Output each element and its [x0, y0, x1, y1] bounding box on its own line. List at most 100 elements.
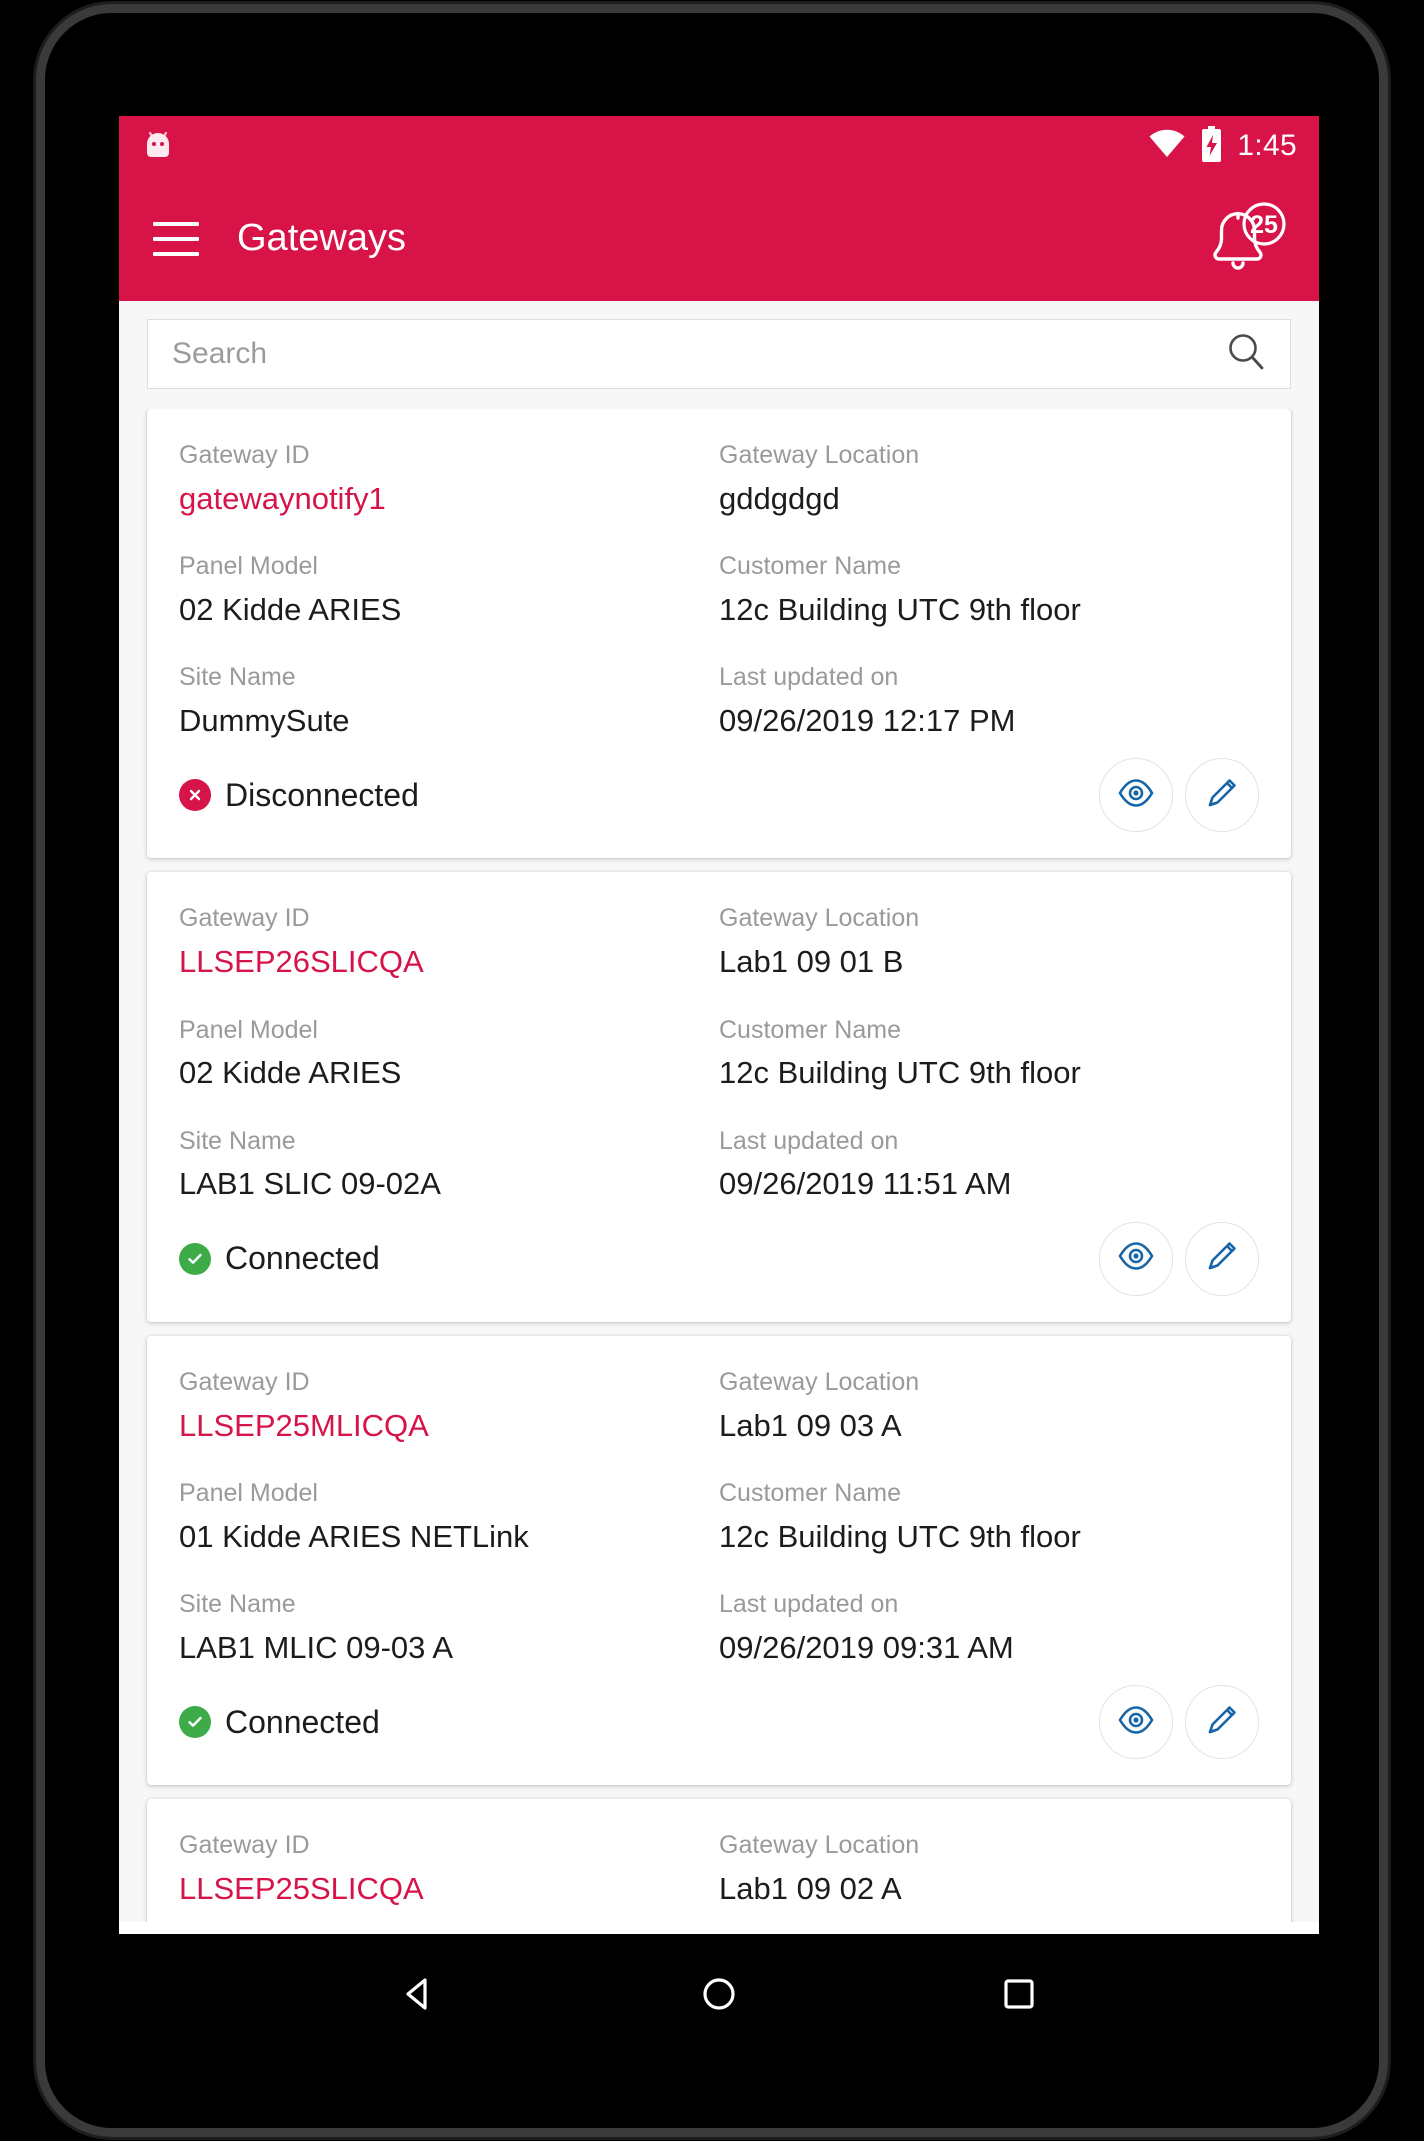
card-field: Gateway ID LLSEP25SLICQA [179, 1829, 719, 1916]
gateway-card-grid: Gateway ID LLSEP25MLICQA Gateway Locatio… [179, 1366, 1259, 1675]
card-field: Panel Model 02 Kidde ARIES [179, 1014, 719, 1125]
field-value: Lab1 09 01 B [719, 944, 904, 980]
check-circle-icon [179, 1242, 211, 1275]
field-value: gatewaynotify1 [179, 480, 386, 516]
field-value: DummySute [179, 703, 350, 739]
gateway-card-grid: Gateway ID LLSEP25SLICQA Gateway Locatio… [179, 1829, 1259, 1916]
card-field: Gateway ID gatewaynotify1 [179, 439, 719, 550]
eye-icon [1117, 774, 1155, 817]
pencil-icon [1203, 774, 1241, 817]
wifi-icon [1148, 129, 1186, 164]
error-circle-icon [179, 779, 211, 812]
field-value: 12c Building UTC 9th floor [719, 1055, 1081, 1091]
gateway-card-actions [1099, 1685, 1259, 1760]
field-value: LAB1 SLIC 09-02A [179, 1166, 441, 1202]
field-value: 09/26/2019 12:17 PM [719, 703, 1016, 739]
gateway-card-footer: Connected [179, 1218, 1259, 1300]
hamburger-bar [153, 236, 199, 241]
field-label: Site Name [179, 1590, 296, 1619]
field-value: 09/26/2019 09:31 AM [719, 1629, 1014, 1665]
gateway-card-actions [1099, 1221, 1259, 1296]
field-label: Last updated on [719, 1126, 899, 1155]
status-label: Disconnected [225, 776, 419, 813]
field-label: Customer Name [719, 552, 901, 581]
gateway-card[interactable]: Gateway ID LLSEP25SLICQA Gateway Locatio… [147, 1799, 1291, 1922]
gateway-card-actions [1099, 758, 1259, 833]
status-badge: Connected [179, 1704, 380, 1741]
recents-square-icon[interactable] [974, 1949, 1064, 2039]
field-label: Gateway Location [719, 1831, 920, 1860]
app-viewport: 1:45 Gateways 25 Search Gateway ID gatew… [119, 116, 1319, 1934]
field-value: 12c Building UTC 9th floor [719, 591, 1081, 627]
field-value: 02 Kidde ARIES [179, 1055, 402, 1091]
status-label: Connected [225, 1703, 380, 1740]
app-bar: Gateways 25 [119, 176, 1319, 301]
search-input[interactable] [172, 337, 1224, 371]
card-field: Gateway Location Lab1 09 01 B [719, 902, 1259, 1013]
field-label: Customer Name [719, 1015, 901, 1044]
field-value: gddgdgd [719, 480, 840, 516]
check-circle-icon [179, 1706, 211, 1739]
field-value: 02 Kidde ARIES [179, 591, 402, 627]
eye-icon [1117, 1701, 1155, 1744]
field-label: Panel Model [179, 1015, 318, 1044]
card-field: Gateway Location Lab1 09 02 A [719, 1829, 1259, 1916]
field-label: Gateway Location [719, 441, 920, 469]
search-box[interactable] [147, 319, 1291, 389]
status-label: Connected [225, 1240, 380, 1277]
android-nav-bar [119, 1934, 1319, 2054]
card-field: Site Name LAB1 SLIC 09-02A [179, 1125, 719, 1212]
pencil-icon [1203, 1701, 1241, 1744]
card-field: Gateway ID LLSEP25MLICQA [179, 1366, 719, 1477]
status-bar: 1:45 [119, 116, 1319, 176]
field-label: Gateway Location [719, 904, 920, 933]
edit-gateway-button[interactable] [1185, 1221, 1259, 1296]
field-label: Site Name [179, 663, 296, 692]
field-label: Panel Model [179, 552, 318, 581]
home-circle-icon[interactable] [674, 1949, 764, 2039]
card-field: Gateway Location Lab1 09 03 A [719, 1366, 1259, 1477]
edit-gateway-button[interactable] [1185, 758, 1259, 833]
card-field: Site Name LAB1 MLIC 09-03 A [179, 1588, 719, 1675]
device-screen: 1:45 Gateways 25 Search Gateway ID gatew… [45, 13, 1379, 2128]
status-bar-right: 1:45 [1148, 125, 1297, 167]
card-field: Last updated on 09/26/2019 11:51 AM [719, 1125, 1259, 1212]
field-label: Panel Model [179, 1478, 318, 1507]
back-triangle-icon[interactable] [374, 1949, 464, 2039]
pencil-icon [1203, 1237, 1241, 1280]
view-gateway-button[interactable] [1099, 1685, 1173, 1760]
card-field: Last updated on 09/26/2019 12:17 PM [719, 661, 1259, 748]
field-label: Last updated on [719, 1590, 899, 1619]
search-icon[interactable] [1224, 330, 1268, 379]
field-label: Last updated on [719, 663, 899, 692]
field-value: 01 Kidde ARIES NETLink [179, 1518, 529, 1554]
field-value: 09/26/2019 11:51 AM [719, 1166, 1012, 1202]
card-field: Panel Model 02 Kidde ARIES [179, 550, 719, 661]
status-bar-clock: 1:45 [1237, 129, 1297, 162]
gateway-card[interactable]: Gateway ID gatewaynotify1 Gateway Locati… [147, 409, 1291, 859]
notification-bell-button[interactable]: 25 [1193, 197, 1289, 281]
card-field: Panel Model 01 Kidde ARIES NETLink [179, 1477, 719, 1588]
notification-badge-count: 25 [1250, 211, 1278, 239]
device-frame: 1:45 Gateways 25 Search Gateway ID gatew… [36, 4, 1388, 2137]
hamburger-menu-icon[interactable] [145, 208, 207, 270]
field-value: LLSEP26SLICQA [179, 944, 424, 980]
gateway-card[interactable]: Gateway ID LLSEP26SLICQA Gateway Locatio… [147, 872, 1291, 1322]
gateway-list[interactable]: Gateway ID gatewaynotify1 Gateway Locati… [119, 409, 1319, 1922]
card-field: Site Name DummySute [179, 661, 719, 748]
gateway-card[interactable]: Gateway ID LLSEP25MLICQA Gateway Locatio… [147, 1335, 1291, 1786]
view-gateway-button[interactable] [1099, 758, 1173, 833]
field-value: Lab1 09 02 A [719, 1871, 902, 1907]
android-bugdroid-icon [143, 128, 173, 165]
view-gateway-button[interactable] [1099, 1221, 1173, 1296]
hamburger-bar [153, 251, 199, 256]
gateway-card-footer: Disconnected [179, 754, 1259, 836]
field-label: Gateway Location [719, 1367, 920, 1396]
edit-gateway-button[interactable] [1185, 1685, 1259, 1760]
card-field: Customer Name 12c Building UTC 9th floor [719, 1014, 1259, 1125]
status-bar-left [143, 128, 173, 165]
search-section [119, 301, 1319, 409]
gateway-card-grid: Gateway ID gatewaynotify1 Gateway Locati… [179, 439, 1259, 748]
field-label: Gateway ID [179, 1367, 310, 1396]
card-field: Last updated on 09/26/2019 09:31 AM [719, 1588, 1259, 1675]
